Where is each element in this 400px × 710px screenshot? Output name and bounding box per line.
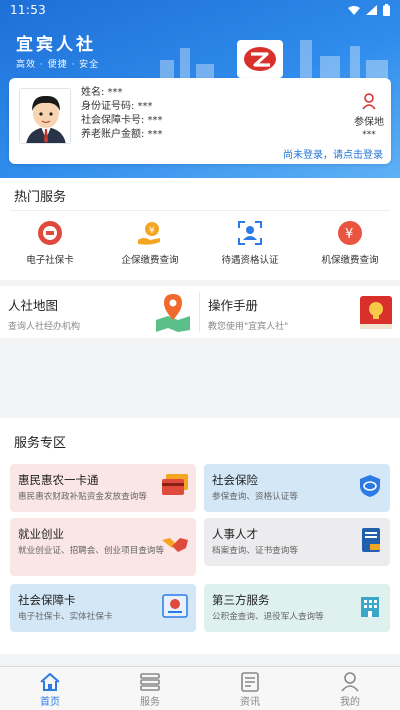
tool-title: 人社地图: [8, 298, 59, 313]
insured-place-label: 参保地: [354, 117, 384, 128]
zone-card-title: 惠民惠农一卡通: [18, 473, 99, 487]
login-link[interactable]: 尚未登录，请点击登录: [283, 146, 383, 161]
tool-subtitle: 教您使用"宜宾人社": [208, 322, 289, 332]
user-id-field: 身份证号码: ***: [81, 101, 153, 112]
certificate-icon: [362, 528, 380, 552]
service-icon: [140, 673, 160, 691]
zone-card-social-insurance[interactable]: 社会保险 参保查询、资格认证等: [204, 464, 390, 512]
service-zone-panel: 服务专区 惠民惠农一卡通 惠民惠农财政补贴资金发放查询等 社会保险 参保查询、资…: [0, 418, 400, 654]
hot-services-title: 热门服务: [14, 190, 67, 205]
tab-news[interactable]: 资讯: [200, 667, 300, 710]
tab-label: 我的: [340, 697, 360, 708]
tab-label: 首页: [40, 697, 60, 708]
wifi-icon: [348, 6, 360, 15]
id-card-icon: [162, 594, 188, 618]
system-icons: [348, 4, 390, 16]
user-name-field: 姓名: ***: [81, 87, 123, 98]
app-logo: [237, 40, 283, 78]
user-pension-field: 养老账户金额: ***: [81, 129, 163, 140]
svg-text:¥: ¥: [345, 227, 353, 242]
building-icon: [361, 597, 379, 617]
zone-card-title: 社会保险: [212, 473, 258, 487]
zone-card-subtitle: 参保查询、资格认证等: [212, 492, 298, 502]
zone-card-subtitle: 就业创业证、招聘会、创业项目查询等: [18, 546, 165, 556]
handshake-icon: [162, 538, 188, 552]
yuan-coin-icon: ¥: [338, 221, 362, 245]
bottom-tab-bar: 首页 服务 资讯 我的: [0, 666, 400, 710]
zone-card-social-security-card[interactable]: 社会保障卡 电子社保卡、实体社保卡: [10, 584, 196, 632]
header-banner: 11:53 宜宾人社 高效 · 便捷 · 安全 姓名: *** 身份证号码: *…: [0, 0, 400, 178]
hot-item-label: 企保缴费查询: [121, 255, 179, 266]
manual-book-icon: [360, 296, 392, 329]
hot-item-institution-payment[interactable]: ¥ 机保缴费查询: [300, 220, 400, 266]
avatar-icon: [20, 89, 70, 143]
status-bar: 11:53: [0, 0, 400, 20]
app-name: 宜宾人社: [16, 35, 96, 55]
social-card-icon: [38, 221, 62, 245]
insured-place[interactable]: 参保地 ***: [349, 92, 389, 140]
status-time: 11:53: [10, 3, 47, 17]
tool-subtitle: 查询人社经办机构: [8, 322, 81, 332]
tab-home[interactable]: 首页: [0, 667, 100, 710]
zone-card-title: 就业创业: [18, 527, 64, 541]
zone-card-employment[interactable]: 就业创业 就业创业证、招聘会、创业项目查询等: [10, 518, 196, 576]
shield-icon: [360, 475, 380, 497]
map-pin-icon: [156, 294, 190, 332]
zone-card-subtitle: 档案查询、证书查询等: [212, 546, 298, 556]
zone-card-title: 第三方服务: [212, 593, 270, 607]
divider: [10, 210, 390, 211]
avatar: [19, 88, 71, 144]
zone-card-subtitle: 公积金查询、退役军人查询等: [212, 612, 324, 622]
hot-item-label: 电子社保卡: [26, 255, 74, 266]
tool-manual[interactable]: 操作手册 教您使用"宜宾人社": [200, 286, 400, 338]
battery-icon: [383, 4, 390, 16]
zone-card-third-party[interactable]: 第三方服务 公积金查询、退役军人查询等: [204, 584, 390, 632]
zone-card-subtitle: 惠民惠农财政补贴资金发放查询等: [18, 492, 147, 502]
zone-card-benefit-card[interactable]: 惠民惠农一卡通 惠民惠农财政补贴资金发放查询等: [10, 464, 196, 512]
location-person-icon: [362, 93, 376, 110]
hot-item-social-card[interactable]: 电子社保卡: [0, 220, 100, 266]
user-info-fields: 姓名: *** 身份证号码: *** 社会保障卡号: *** 养老账户金额: *…: [81, 86, 163, 142]
hot-item-label: 待遇资格认证: [221, 255, 279, 266]
tab-service[interactable]: 服务: [100, 667, 200, 710]
user-card-number-field: 社会保障卡号: ***: [81, 115, 163, 126]
face-scan-icon: [238, 221, 262, 245]
tools-panel: 人社地图 查询人社经办机构 操作手册 教您使用"宜宾人社": [0, 286, 400, 338]
home-icon: [40, 673, 60, 691]
insured-place-value: ***: [362, 130, 376, 140]
news-icon: [241, 672, 259, 692]
hot-services-panel: 热门服务 电子社保卡 ¥ 企保缴费查询 待遇资格认证 ¥ 机保缴费查询: [0, 178, 400, 280]
service-zone-title: 服务专区: [14, 436, 67, 451]
tool-title: 操作手册: [208, 298, 259, 313]
tab-label: 服务: [140, 697, 160, 708]
zone-card-subtitle: 电子社保卡、实体社保卡: [18, 612, 113, 622]
bank-card-icon: [162, 474, 188, 495]
hot-item-label: 机保缴费查询: [321, 255, 379, 266]
svg-text:¥: ¥: [149, 226, 155, 236]
user-icon: [341, 672, 359, 692]
user-info-card[interactable]: 姓名: *** 身份证号码: *** 社会保障卡号: *** 养老账户金额: *…: [9, 78, 391, 164]
hand-coin-icon: ¥: [138, 222, 160, 245]
brand-block: 宜宾人社 高效 · 便捷 · 安全: [16, 30, 99, 70]
zone-card-title: 人事人才: [212, 527, 258, 541]
tab-mine[interactable]: 我的: [300, 667, 400, 710]
zone-card-title: 社会保障卡: [18, 593, 76, 607]
tool-hr-map[interactable]: 人社地图 查询人社经办机构: [0, 286, 199, 338]
hot-item-enterprise-payment[interactable]: ¥ 企保缴费查询: [100, 220, 200, 266]
app-slogan: 高效 · 便捷 · 安全: [16, 60, 100, 70]
tab-label: 资讯: [240, 697, 260, 708]
signal-icon: [366, 5, 377, 15]
hot-item-qualification-auth[interactable]: 待遇资格认证: [200, 220, 300, 266]
zone-card-personnel[interactable]: 人事人才 档案查询、证书查询等: [204, 518, 390, 566]
logo-icon: [244, 47, 276, 71]
